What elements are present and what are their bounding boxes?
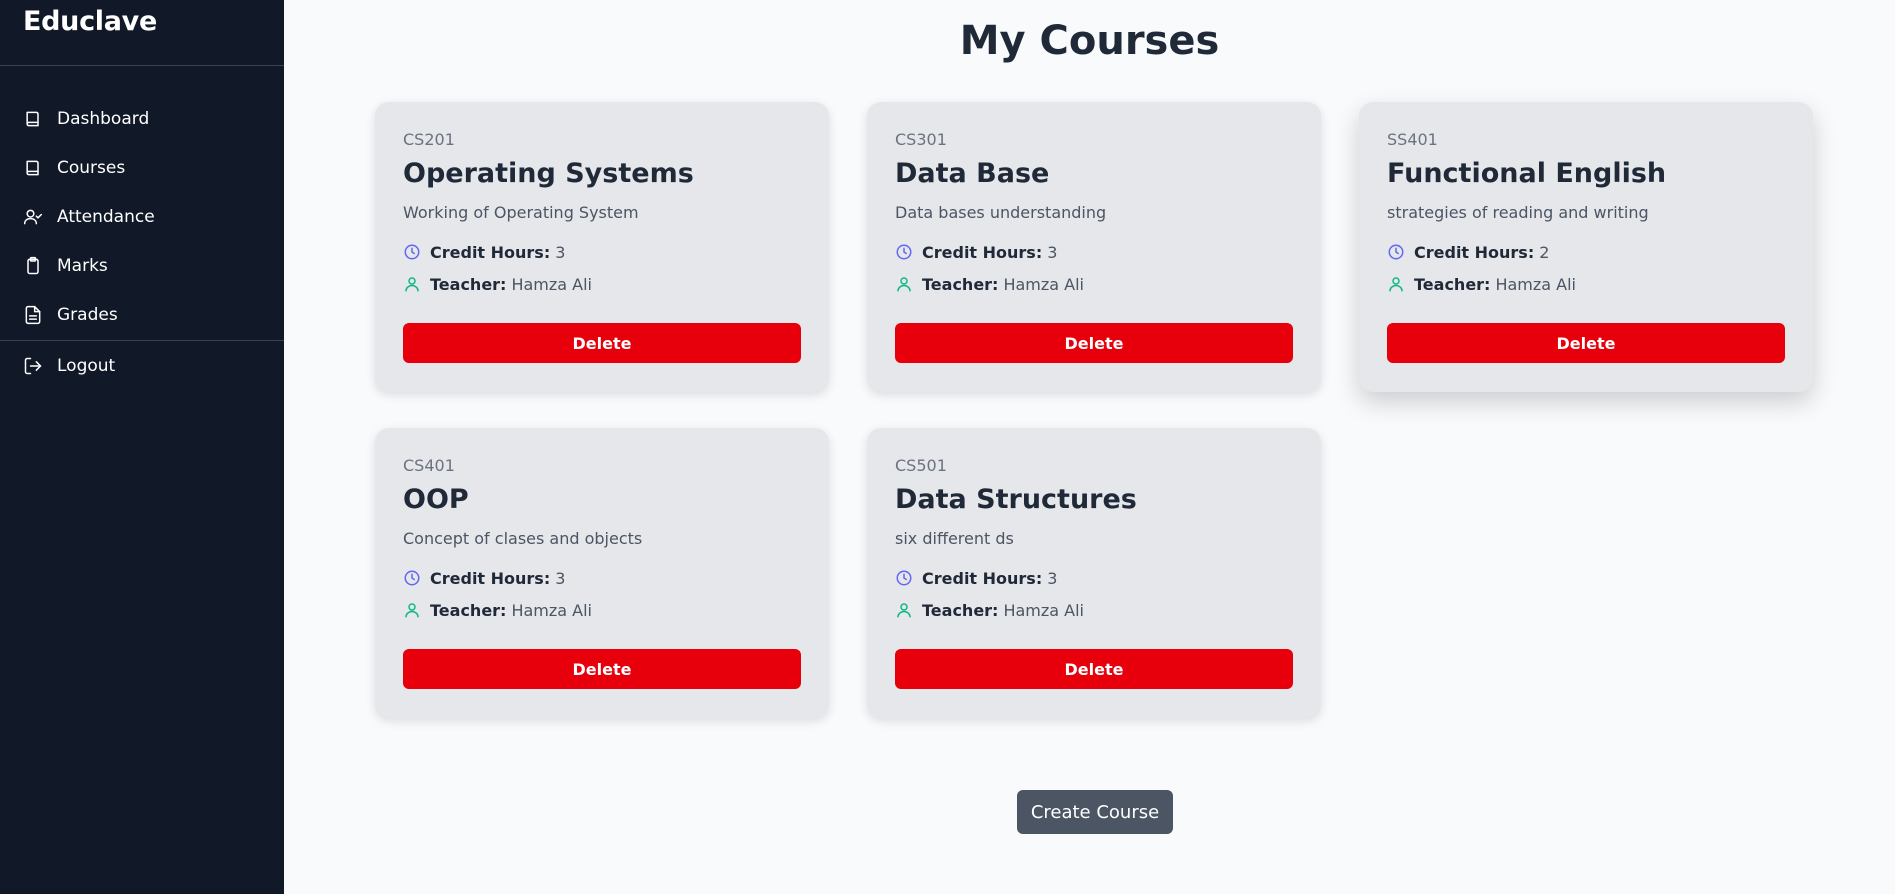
sidebar-item-courses[interactable]: Courses xyxy=(0,143,284,192)
user-icon xyxy=(895,275,913,293)
credit-hours-row: Credit Hours: 3 xyxy=(895,241,1293,263)
sidebar-item-label: Grades xyxy=(57,304,118,325)
delete-button[interactable]: Delete xyxy=(1387,323,1785,363)
sidebar-item-label: Marks xyxy=(57,255,108,276)
credit-hours-label: Credit Hours: xyxy=(430,568,551,588)
course-card: SS401 Functional English strategies of r… xyxy=(1359,102,1813,392)
course-description: Data bases understanding xyxy=(895,203,1107,222)
credit-hours-row: Credit Hours: 2 xyxy=(1387,241,1785,263)
sidebar-item-label: Dashboard xyxy=(57,108,150,129)
course-code: SS401 xyxy=(1387,130,1438,149)
course-card: CS201 Operating Systems Working of Opera… xyxy=(375,102,829,392)
course-description: Working of Operating System xyxy=(403,203,639,222)
teacher-value: Hamza Ali xyxy=(1003,600,1084,620)
teacher-value: Hamza Ali xyxy=(511,600,592,620)
course-grid: CS201 Operating Systems Working of Opera… xyxy=(375,102,1813,718)
course-title: Operating Systems xyxy=(403,158,694,189)
sidebar: Educlave Dashboard Courses Attendance Ma… xyxy=(0,0,284,894)
teacher-row: Teacher: Hamza Ali xyxy=(1387,273,1785,295)
sidebar-item-label: Attendance xyxy=(57,206,155,227)
credit-hours-label: Credit Hours: xyxy=(922,568,1043,588)
sidebar-item-dashboard[interactable]: Dashboard xyxy=(0,94,284,143)
teacher-row: Teacher: Hamza Ali xyxy=(403,273,801,295)
book-icon xyxy=(23,158,43,178)
main-content: My Courses CS201 Operating Systems Worki… xyxy=(284,0,1895,894)
user-icon xyxy=(403,601,421,619)
app-brand: Educlave xyxy=(0,0,284,66)
course-description: Concept of clases and objects xyxy=(403,529,643,548)
clock-icon xyxy=(895,243,913,261)
teacher-label: Teacher: xyxy=(922,274,999,294)
course-card: CS301 Data Base Data bases understanding… xyxy=(867,102,1321,392)
course-title: Functional English xyxy=(1387,158,1667,189)
page-title: My Courses xyxy=(959,18,1220,64)
user-icon xyxy=(1387,275,1405,293)
teacher-label: Teacher: xyxy=(430,274,507,294)
document-icon xyxy=(23,305,43,325)
teacher-row: Teacher: Hamza Ali xyxy=(895,599,1293,621)
credit-hours-value: 3 xyxy=(555,568,566,588)
course-title: OOP xyxy=(403,484,469,515)
sidebar-nav-bottom: Logout xyxy=(0,341,284,390)
teacher-row: Teacher: Hamza Ali xyxy=(895,273,1293,295)
user-icon xyxy=(895,601,913,619)
delete-button[interactable]: Delete xyxy=(895,323,1293,363)
clipboard-icon xyxy=(23,256,43,276)
credit-hours-value: 2 xyxy=(1539,242,1550,262)
teacher-row: Teacher: Hamza Ali xyxy=(403,599,801,621)
clock-icon xyxy=(1387,243,1405,261)
teacher-label: Teacher: xyxy=(1414,274,1491,294)
teacher-value: Hamza Ali xyxy=(511,274,592,294)
teacher-label: Teacher: xyxy=(430,600,507,620)
create-course-button[interactable]: Create Course xyxy=(1017,790,1173,834)
delete-button[interactable]: Delete xyxy=(403,323,801,363)
sidebar-item-grades[interactable]: Grades xyxy=(0,290,284,339)
credit-hours-label: Credit Hours: xyxy=(1414,242,1535,262)
credit-hours-value: 3 xyxy=(1047,568,1058,588)
sidebar-item-attendance[interactable]: Attendance xyxy=(0,192,284,241)
logout-icon xyxy=(23,356,43,376)
course-card: CS501 Data Structures six different ds C… xyxy=(867,428,1321,718)
credit-hours-row: Credit Hours: 3 xyxy=(403,567,801,589)
clock-icon xyxy=(895,569,913,587)
credit-hours-row: Credit Hours: 3 xyxy=(895,567,1293,589)
clock-icon xyxy=(403,569,421,587)
course-description: six different ds xyxy=(895,529,1014,548)
sidebar-item-label: Courses xyxy=(57,157,126,178)
course-code: CS301 xyxy=(895,130,947,149)
credit-hours-value: 3 xyxy=(555,242,566,262)
sidebar-item-marks[interactable]: Marks xyxy=(0,241,284,290)
clock-icon xyxy=(403,243,421,261)
book-icon xyxy=(23,109,43,129)
course-code: CS201 xyxy=(403,130,455,149)
teacher-value: Hamza Ali xyxy=(1003,274,1084,294)
course-card: CS401 OOP Concept of clases and objects … xyxy=(375,428,829,718)
credit-hours-row: Credit Hours: 3 xyxy=(403,241,801,263)
sidebar-item-label: Logout xyxy=(57,355,116,376)
course-code: CS501 xyxy=(895,456,947,475)
delete-button[interactable]: Delete xyxy=(895,649,1293,689)
credit-hours-label: Credit Hours: xyxy=(922,242,1043,262)
credit-hours-value: 3 xyxy=(1047,242,1058,262)
user-check-icon xyxy=(23,207,43,227)
sidebar-nav: Dashboard Courses Attendance Marks Grade… xyxy=(0,94,284,339)
delete-button[interactable]: Delete xyxy=(403,649,801,689)
teacher-label: Teacher: xyxy=(922,600,999,620)
course-code: CS401 xyxy=(403,456,455,475)
course-description: strategies of reading and writing xyxy=(1387,203,1649,222)
logout-button[interactable]: Logout xyxy=(0,341,284,390)
course-title: Data Base xyxy=(895,158,1050,189)
course-title: Data Structures xyxy=(895,484,1137,515)
teacher-value: Hamza Ali xyxy=(1495,274,1576,294)
credit-hours-label: Credit Hours: xyxy=(430,242,551,262)
user-icon xyxy=(403,275,421,293)
